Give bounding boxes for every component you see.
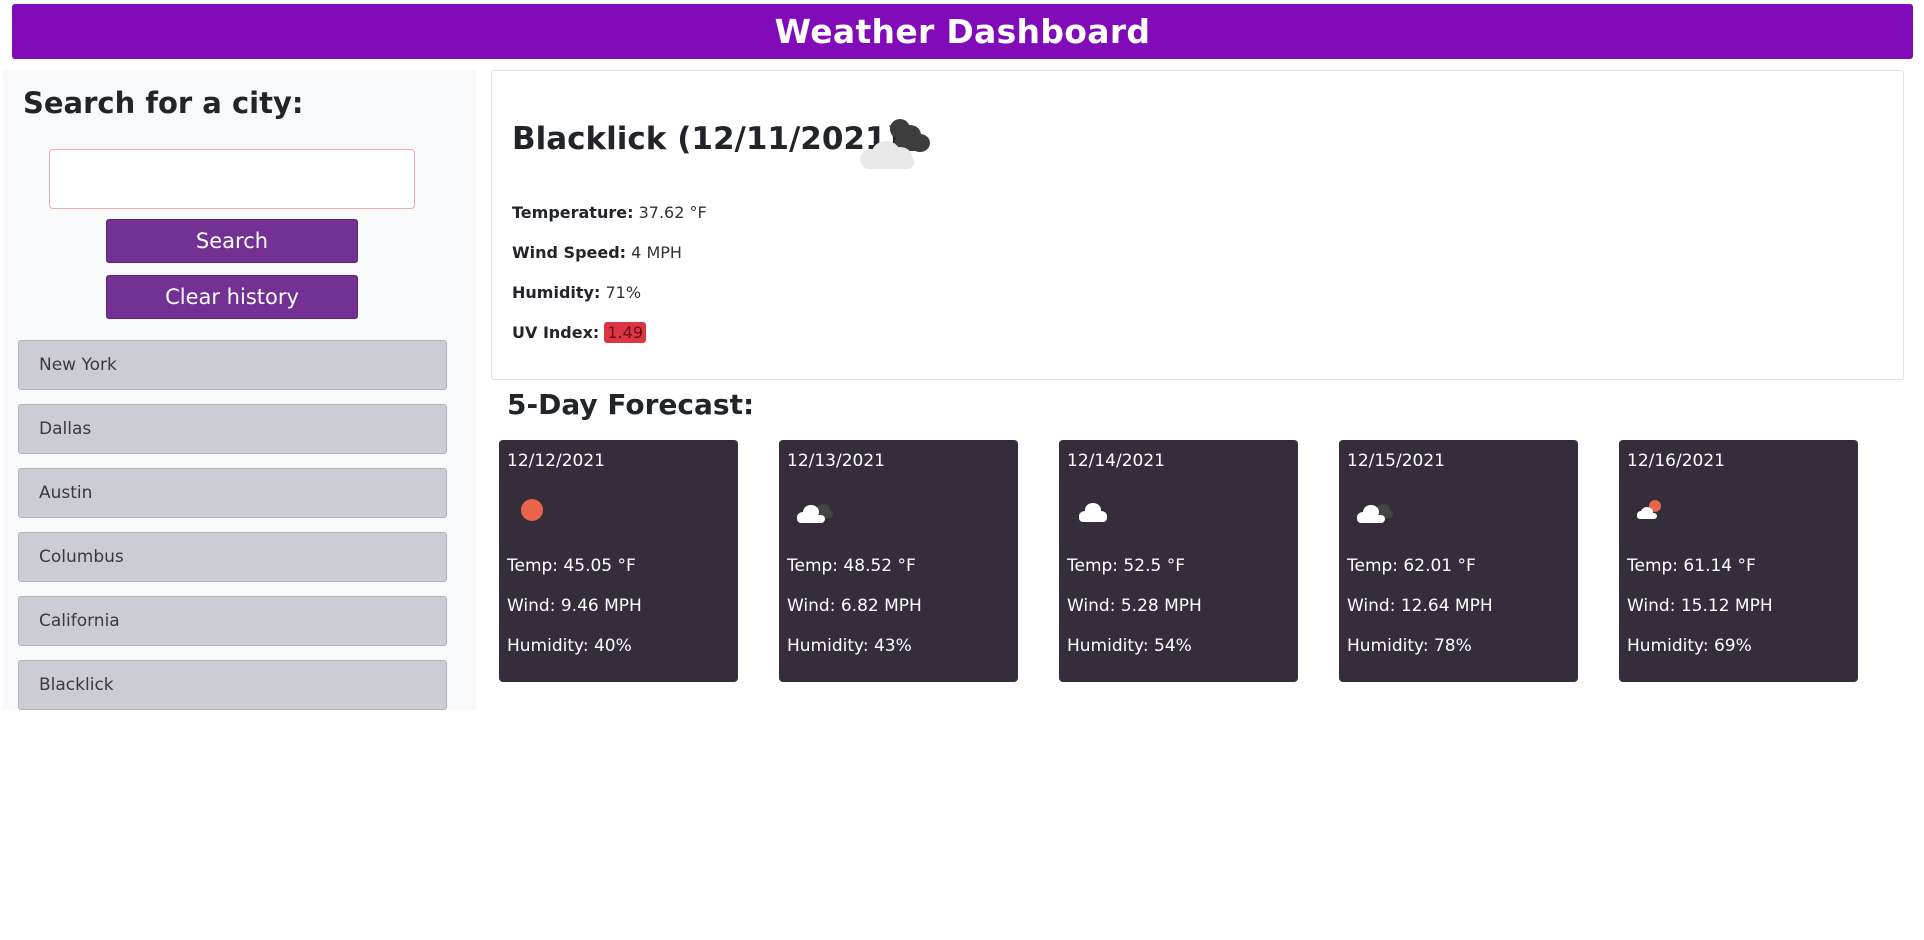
forecast-temp: Temp: 52.5 °F [1067,556,1185,576]
history-item-new-york[interactable]: New York [18,340,447,390]
forecast-temp: Temp: 62.01 °F [1347,556,1476,576]
forecast-date: 12/14/2021 [1067,451,1165,471]
forecast-card: 12/14/2021 Temp: 52.5 °F Wind: 5.28 MPH … [1059,440,1298,682]
current-temperature: Temperature: 37.62 °F [512,203,707,222]
search-heading: Search for a city: [23,86,304,120]
broken-clouds-icon [1357,504,1393,523]
forecast-wind: Wind: 6.82 MPH [787,596,922,616]
broken-clouds-icon [860,119,930,169]
forecast-card: 12/16/2021 Temp: 61.14 °F Wind: 15.12 MP… [1619,440,1858,682]
wind-label: Wind Speed: [512,243,627,262]
forecast-wind: Wind: 12.64 MPH [1347,596,1493,616]
app-header: Weather Dashboard [12,4,1913,59]
forecast-humidity: Humidity: 54% [1067,636,1192,656]
forecast-humidity: Humidity: 40% [507,636,632,656]
forecast-date: 12/12/2021 [507,451,605,471]
current-city-title: Blacklick (12/11/2021) [512,121,901,157]
clear-history-button[interactable]: Clear history [106,275,358,319]
history-item-dallas[interactable]: Dallas [18,404,447,454]
humidity-label: Humidity: [512,283,601,302]
wind-value: 4 MPH [631,243,682,262]
humidity-value: 71% [605,283,642,302]
current-uv-index: UV Index: 1.49 [512,322,647,343]
partly-cloudy-icon [1637,500,1661,519]
search-history-list: New York Dallas Austin Columbus Californ… [18,340,447,724]
history-item-columbus[interactable]: Columbus [18,532,447,582]
forecast-temp: Temp: 61.14 °F [1627,556,1756,576]
broken-clouds-icon [797,504,833,523]
uv-badge: 1.49 [604,322,647,343]
cloud-icon [1079,503,1107,522]
forecast-humidity: Humidity: 78% [1347,636,1472,656]
forecast-humidity: Humidity: 69% [1627,636,1752,656]
city-search-input[interactable] [49,149,415,209]
temperature-value: 37.62 °F [638,203,707,222]
forecast-date: 12/13/2021 [787,451,885,471]
current-humidity: Humidity: 71% [512,283,641,302]
forecast-card: 12/12/2021 Temp: 45.05 °F Wind: 9.46 MPH… [499,440,738,682]
search-sidebar: Search for a city: Search Clear history … [3,70,476,710]
forecast-heading: 5-Day Forecast: [507,388,755,421]
forecast-wind: Wind: 5.28 MPH [1067,596,1202,616]
forecast-humidity: Humidity: 43% [787,636,912,656]
history-item-california[interactable]: California [18,596,447,646]
forecast-date: 12/15/2021 [1347,451,1445,471]
sun-icon [521,499,543,521]
page-title: Weather Dashboard [774,12,1151,51]
history-item-blacklick[interactable]: Blacklick [18,660,447,710]
temperature-label: Temperature: [512,203,634,222]
current-weather-panel: Blacklick (12/11/2021) Temperature: 37.6… [491,70,1904,380]
current-wind: Wind Speed: 4 MPH [512,243,682,262]
forecast-card: 12/13/2021 Temp: 48.52 °F Wind: 6.82 MPH… [779,440,1018,682]
search-button[interactable]: Search [106,219,358,263]
forecast-row: 12/12/2021 Temp: 45.05 °F Wind: 9.46 MPH… [499,440,1858,682]
uv-label: UV Index: [512,323,600,342]
forecast-temp: Temp: 48.52 °F [787,556,916,576]
forecast-temp: Temp: 45.05 °F [507,556,636,576]
forecast-wind: Wind: 9.46 MPH [507,596,642,616]
history-item-austin[interactable]: Austin [18,468,447,518]
forecast-card: 12/15/2021 Temp: 62.01 °F Wind: 12.64 MP… [1339,440,1578,682]
forecast-date: 12/16/2021 [1627,451,1725,471]
forecast-wind: Wind: 15.12 MPH [1627,596,1773,616]
